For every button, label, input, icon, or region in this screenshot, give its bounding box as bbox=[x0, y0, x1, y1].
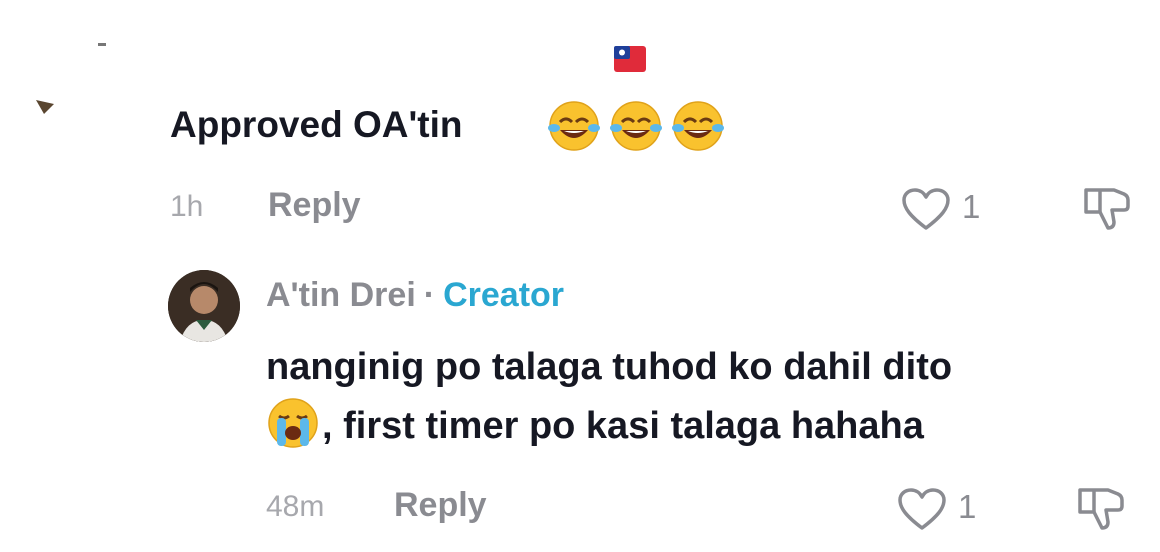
tears-of-joy-emoji-icon bbox=[610, 101, 662, 151]
flag-icon bbox=[612, 44, 648, 74]
reply-comment-text: nanginig po talaga tuhod ko dahil dito ,… bbox=[266, 338, 1146, 455]
reply-text-line-2: , first timer po kasi talaga hahaha bbox=[322, 405, 924, 447]
like-count: 1 bbox=[958, 488, 977, 525]
tears-of-joy-emoji-icon bbox=[672, 101, 724, 151]
reply-timestamp: 48m bbox=[266, 490, 325, 523]
author-line: A'tin Drei · Creator bbox=[266, 276, 564, 315]
tears-of-joy-emoji-icon bbox=[548, 101, 600, 151]
loudly-crying-emoji-icon bbox=[268, 398, 318, 448]
like-count: 1 bbox=[962, 188, 981, 225]
separator-dot: · bbox=[423, 276, 436, 314]
heart-icon[interactable] bbox=[900, 186, 952, 232]
reply-text-line-2-wrapper: , first timer po kasi talaga hahaha bbox=[266, 396, 1146, 455]
dislike-icon[interactable] bbox=[1074, 484, 1126, 534]
comment-text: Approved OA'tin bbox=[170, 104, 463, 145]
decorative-mark bbox=[98, 34, 106, 46]
decorative-arrow-icon bbox=[36, 98, 56, 116]
dislike-icon[interactable] bbox=[1080, 184, 1132, 234]
author-name[interactable]: A'tin Drei bbox=[266, 276, 416, 314]
comment-timestamp: 1h bbox=[170, 190, 204, 223]
reply-button[interactable]: Reply bbox=[268, 186, 361, 225]
creator-badge: Creator bbox=[443, 276, 565, 314]
avatar[interactable] bbox=[168, 270, 240, 342]
heart-icon[interactable] bbox=[896, 486, 948, 532]
reply-button[interactable]: Reply bbox=[394, 486, 487, 525]
emoji-row bbox=[546, 98, 726, 154]
reply-text-line-1: nanginig po talaga tuhod ko dahil dito bbox=[266, 346, 953, 388]
